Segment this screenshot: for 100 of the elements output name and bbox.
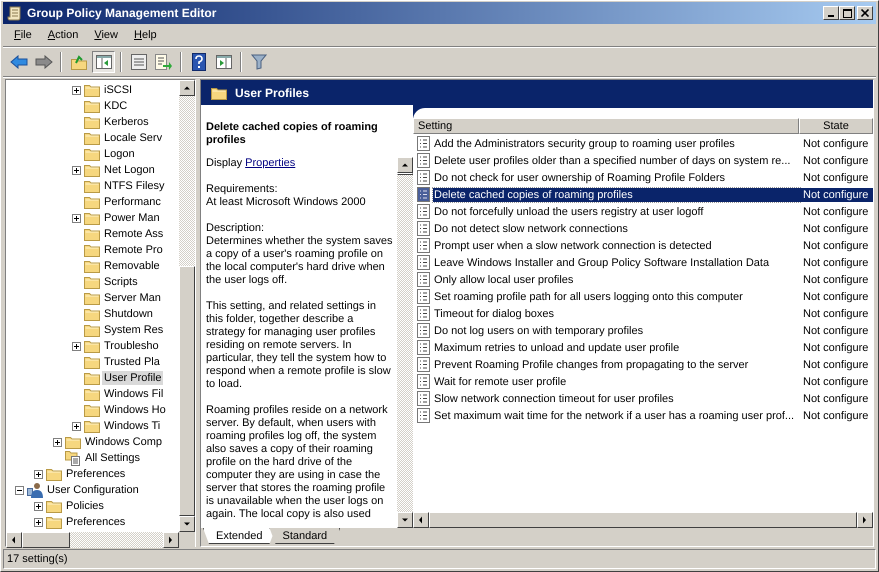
scroll-thumb[interactable] xyxy=(22,532,70,548)
tree-item[interactable]: Windows Fil xyxy=(102,387,166,401)
tree-item[interactable]: Preferences xyxy=(64,467,128,481)
tree-item[interactable]: iSCSI xyxy=(102,83,134,97)
setting-name[interactable]: Timeout for dialog boxes xyxy=(433,306,800,320)
expand-icon[interactable] xyxy=(72,86,80,94)
forward-arrow-icon xyxy=(34,55,52,69)
setting-state: Not configure xyxy=(802,408,870,422)
toolbar-button[interactable] xyxy=(92,51,115,73)
scroll-down-button[interactable] xyxy=(397,512,413,528)
tree-item[interactable]: Power Man xyxy=(102,211,162,225)
folder-icon xyxy=(84,387,100,401)
tree-item[interactable]: KDC xyxy=(102,99,130,113)
scroll-right-button[interactable] xyxy=(163,532,179,548)
scroll-down-button[interactable] xyxy=(179,516,195,532)
tree-item[interactable]: Windows Ho xyxy=(102,403,168,417)
setting-state: Not configure xyxy=(802,238,870,252)
setting-name[interactable]: Delete cached copies of roaming profiles xyxy=(433,188,800,202)
tree-item[interactable]: NTFS Filesy xyxy=(102,179,166,193)
setting-name[interactable]: Set maximum wait time for the network if a user has a roaming user prof... xyxy=(433,408,800,422)
tree-item[interactable]: All Settings xyxy=(83,451,142,465)
setting-name[interactable]: Do not forcefully unload the users registry at user logoff xyxy=(433,204,800,218)
tab[interactable]: Standard xyxy=(269,528,340,544)
setting-icon xyxy=(416,272,430,287)
setting-name[interactable]: Prompt user when a slow network connection is detected xyxy=(433,238,800,252)
column-header[interactable]: State xyxy=(799,118,873,134)
close-button[interactable] xyxy=(857,6,873,20)
tree-item[interactable]: User Profile xyxy=(102,371,164,385)
tree-item[interactable]: Performanc xyxy=(102,195,163,209)
tree-item[interactable]: Logon xyxy=(102,147,137,161)
setting-name[interactable]: Wait for remote user profile xyxy=(433,374,800,388)
expand-icon[interactable] xyxy=(34,502,42,510)
expand-icon[interactable] xyxy=(34,518,42,526)
tree-item[interactable]: System Res xyxy=(102,323,166,337)
expand-icon[interactable] xyxy=(72,214,80,222)
help-icon xyxy=(192,53,206,71)
tree-item[interactable]: Removable xyxy=(102,259,162,273)
arrow-down-icon xyxy=(401,516,409,524)
user-icon xyxy=(27,482,43,498)
horizontal-scrollbar[interactable] xyxy=(6,532,179,548)
setting-icon xyxy=(416,136,430,151)
menu-item[interactable]: File xyxy=(7,27,39,43)
menu-item[interactable]: Action xyxy=(40,27,86,43)
scroll-thumb[interactable] xyxy=(179,266,195,516)
tree-item[interactable]: Troublesho xyxy=(102,339,161,353)
scroll-left-button[interactable] xyxy=(413,512,429,528)
folder-icon xyxy=(84,243,100,257)
scroll-right-button[interactable] xyxy=(857,512,873,528)
toolbar-button[interactable] xyxy=(152,51,175,73)
vertical-scrollbar[interactable] xyxy=(397,157,413,528)
vertical-scrollbar[interactable] xyxy=(179,80,195,532)
expand-icon[interactable] xyxy=(72,342,80,350)
tree-item[interactable]: Remote Ass xyxy=(102,227,166,241)
maximize-icon xyxy=(842,8,852,18)
tree-item[interactable]: Trusted Pla xyxy=(102,355,162,369)
tree-item[interactable]: Net Logon xyxy=(102,163,157,177)
setting-name[interactable]: Add the Administrators security group to roaming user profiles xyxy=(433,136,800,150)
maximize-button[interactable] xyxy=(839,6,855,20)
tree-item[interactable]: Windows Comp xyxy=(83,435,164,449)
tree-item[interactable]: User Configuration xyxy=(45,483,141,497)
tree-item[interactable]: Preferences xyxy=(64,515,128,529)
expand-icon[interactable] xyxy=(52,438,62,446)
scroll-up-button[interactable] xyxy=(397,157,413,173)
setting-name[interactable]: Maximum retries to unload and update user profile xyxy=(433,340,800,354)
expand-icon[interactable] xyxy=(72,166,80,174)
minimize-button[interactable] xyxy=(823,6,839,20)
setting-name[interactable]: Leave Windows Installer and Group Policy Software Installation Data xyxy=(433,256,800,270)
collapse-icon[interactable] xyxy=(14,486,24,494)
properties-link[interactable]: Properties xyxy=(245,157,296,169)
setting-name[interactable]: Only allow local user profiles xyxy=(433,272,800,286)
menu-item[interactable]: Help xyxy=(127,27,164,43)
setting-name[interactable]: Delete user profiles older than a specified number of days on system re... xyxy=(433,154,800,168)
setting-name[interactable]: Do not detect slow network connections xyxy=(433,222,800,236)
setting-name[interactable]: Prevent Roaming Profile changes from propagating to the server xyxy=(433,358,800,372)
tree-item[interactable]: Server Man xyxy=(102,291,163,305)
scroll-left-button[interactable] xyxy=(6,532,22,548)
setting-icon xyxy=(416,289,430,304)
scroll-thumb[interactable] xyxy=(397,173,413,175)
setting-name[interactable]: Do not check for user ownership of Roaming Profile Folders xyxy=(433,170,800,184)
header-title: User Profiles xyxy=(235,86,310,100)
tree-item[interactable]: Scripts xyxy=(102,275,140,289)
setting-name[interactable]: Set roaming profile path for all users logging onto this computer xyxy=(433,290,800,304)
tree-item[interactable]: Locale Serv xyxy=(102,131,164,145)
tree-item[interactable]: Shutdown xyxy=(102,307,155,321)
tree-item[interactable]: Windows Ti xyxy=(102,419,162,433)
menu-item[interactable]: View xyxy=(87,27,125,43)
tree-item[interactable]: Kerberos xyxy=(102,115,151,129)
expand-icon[interactable] xyxy=(72,422,80,430)
setting-icon xyxy=(416,221,430,236)
scroll-up-button[interactable] xyxy=(179,80,195,96)
folder-icon xyxy=(84,227,100,241)
tree-item[interactable]: Remote Pro xyxy=(102,243,165,257)
folder-document-icon xyxy=(65,450,81,466)
tree-item[interactable]: Policies xyxy=(64,499,106,513)
expand-icon[interactable] xyxy=(34,470,42,478)
column-header[interactable]: Setting xyxy=(413,118,799,134)
setting-icon xyxy=(416,340,430,355)
setting-name[interactable]: Do not log users on with temporary profiles xyxy=(433,324,800,338)
setting-name[interactable]: Slow network connection timeout for user profiles xyxy=(433,392,800,406)
setting-state: Not configure xyxy=(802,392,870,406)
